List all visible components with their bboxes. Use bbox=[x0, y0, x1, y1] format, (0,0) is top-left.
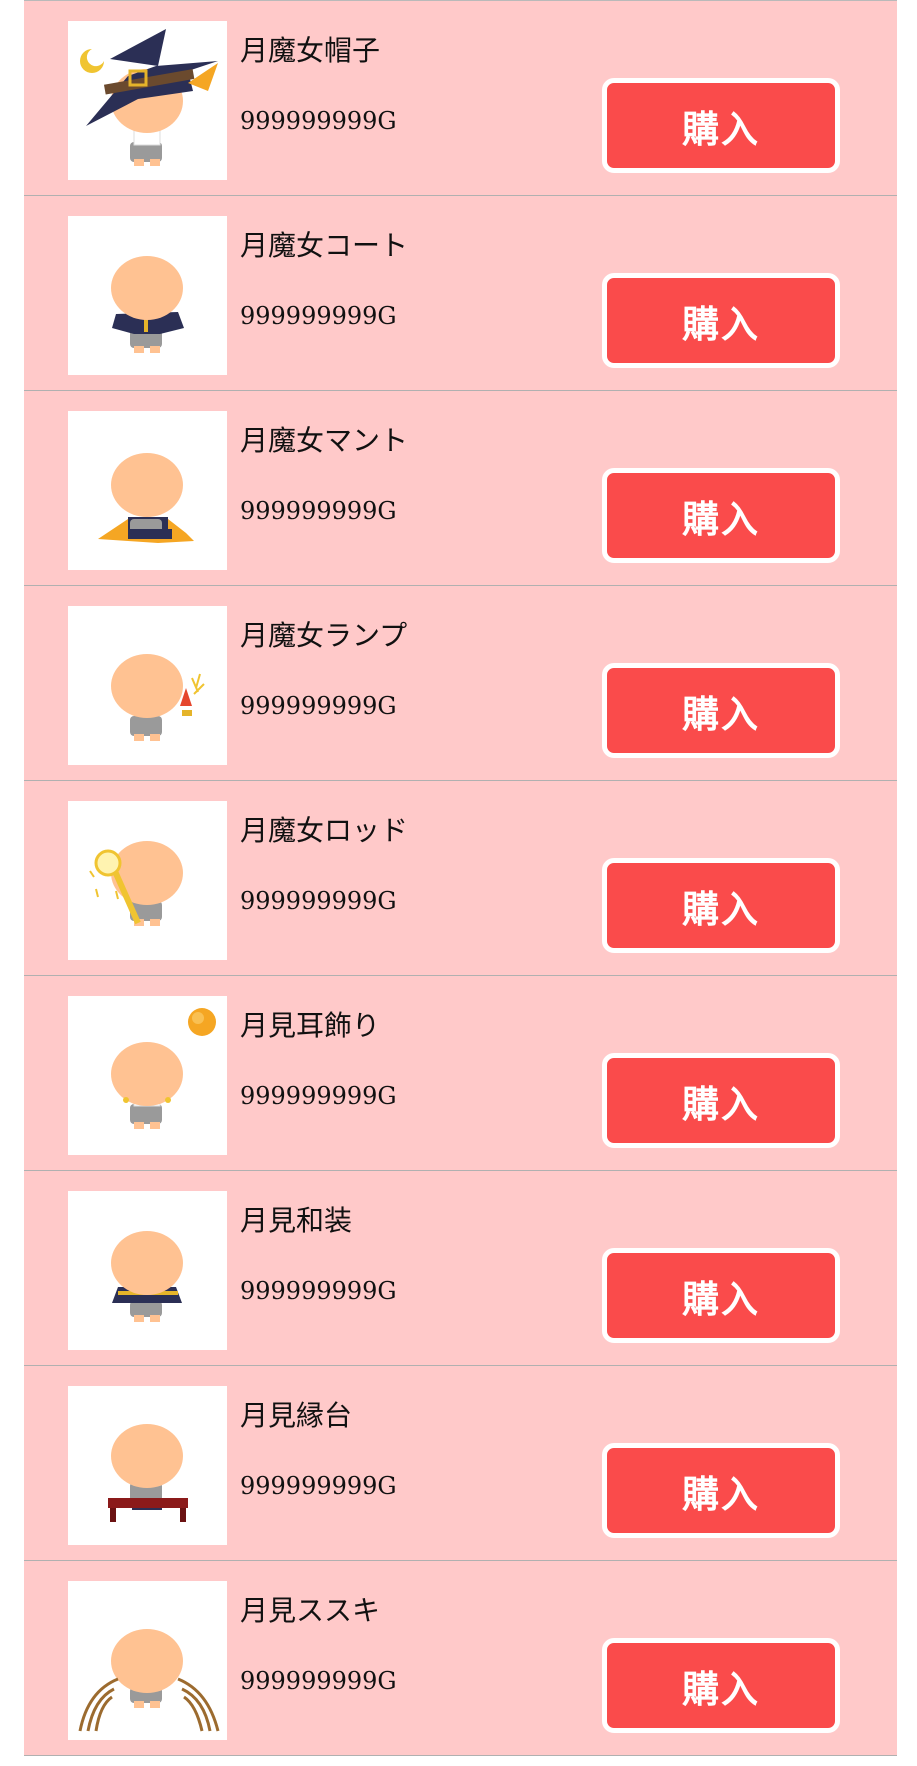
item-name: 月魔女マント bbox=[240, 424, 409, 457]
witch-cape-icon bbox=[68, 411, 227, 570]
shop-item-row: 月見縁台 999999999G 購入 bbox=[24, 1366, 897, 1561]
shop-item-row: 月見和装 999999999G 購入 bbox=[24, 1171, 897, 1366]
buy-button[interactable]: 購入 bbox=[602, 1638, 840, 1733]
buy-button[interactable]: 購入 bbox=[602, 1053, 840, 1148]
item-name: 月魔女ランプ bbox=[240, 619, 408, 652]
shop-item-row: 月魔女帽子 999999999G 購入 bbox=[24, 1, 897, 196]
buy-button[interactable]: 購入 bbox=[602, 1248, 840, 1343]
witch-lamp-icon bbox=[68, 606, 227, 765]
item-price: 999999999G bbox=[240, 887, 397, 915]
item-price: 999999999G bbox=[240, 1472, 397, 1500]
witch-coat-icon bbox=[68, 216, 227, 375]
item-price: 999999999G bbox=[240, 107, 397, 135]
buy-button[interactable]: 購入 bbox=[602, 273, 840, 368]
shop-item-row: 月魔女ロッド 999999999G 購入 bbox=[24, 781, 897, 976]
item-name: 月見和装 bbox=[240, 1204, 353, 1237]
shop-item-row: 月魔女マント 999999999G 購入 bbox=[24, 391, 897, 586]
item-name: 月魔女帽子 bbox=[240, 34, 381, 67]
item-name: 月見ススキ bbox=[240, 1594, 381, 1627]
buy-button[interactable]: 購入 bbox=[602, 78, 840, 173]
shop-item-row: 月魔女ランプ 999999999G 購入 bbox=[24, 586, 897, 781]
item-price: 999999999G bbox=[240, 302, 397, 330]
item-name: 月魔女コート bbox=[240, 229, 409, 262]
buy-button[interactable]: 購入 bbox=[602, 1443, 840, 1538]
item-name: 月魔女ロッド bbox=[240, 814, 409, 847]
witch-hat-icon bbox=[68, 21, 227, 180]
item-name: 月見縁台 bbox=[240, 1399, 353, 1432]
witch-rod-icon bbox=[68, 801, 227, 960]
moon-kimono-icon bbox=[68, 1191, 227, 1350]
pampas-grass-icon bbox=[68, 1581, 227, 1740]
item-price: 999999999G bbox=[240, 497, 397, 525]
shop-item-row: 月魔女コート 999999999G 購入 bbox=[24, 196, 897, 391]
buy-button[interactable]: 購入 bbox=[602, 663, 840, 758]
item-price: 999999999G bbox=[240, 1082, 397, 1110]
buy-button[interactable]: 購入 bbox=[602, 858, 840, 953]
item-price: 999999999G bbox=[240, 692, 397, 720]
shop-item-row: 月見ススキ 999999999G 購入 bbox=[24, 1561, 897, 1756]
item-name: 月見耳飾り bbox=[240, 1009, 381, 1042]
moon-bench-icon bbox=[68, 1386, 227, 1545]
moon-earring-icon bbox=[68, 996, 227, 1155]
shop-item-list: 月魔女帽子 999999999G 購入 月魔女コート 999999999G 購入 bbox=[24, 0, 897, 1756]
shop-item-row: 月見耳飾り 999999999G 購入 bbox=[24, 976, 897, 1171]
buy-button[interactable]: 購入 bbox=[602, 468, 840, 563]
item-price: 999999999G bbox=[240, 1667, 397, 1695]
item-price: 999999999G bbox=[240, 1277, 397, 1305]
